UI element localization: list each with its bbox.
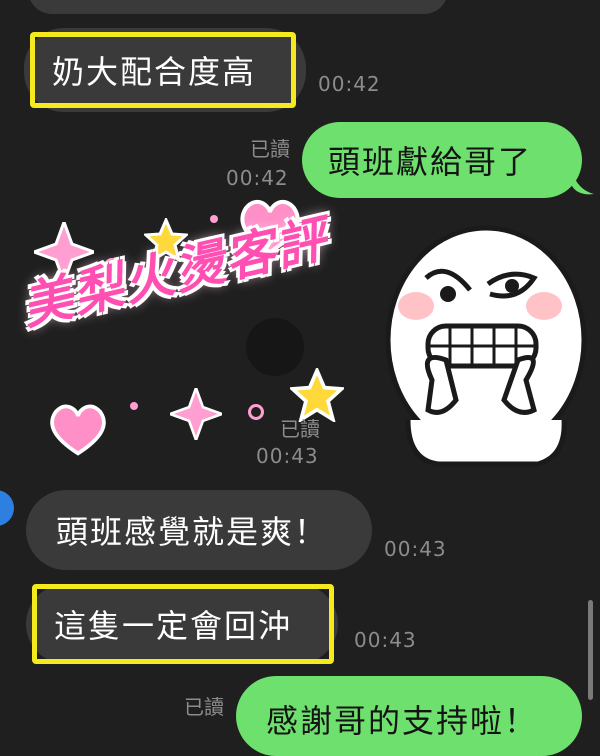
message-time: 00:42 xyxy=(226,166,289,190)
read-label: 已讀 xyxy=(250,137,290,161)
star-icon xyxy=(290,368,344,422)
message-text: 這隻一定會回沖 xyxy=(54,607,293,645)
read-receipt: 已讀 xyxy=(160,694,224,720)
message-bubble-outgoing[interactable]: 感謝哥的支持啦！ xyxy=(236,676,582,756)
message-time: 00:43 xyxy=(384,537,447,561)
sticker-shadow xyxy=(246,318,304,376)
message-bubble-outgoing[interactable]: 頭班獻給哥了 xyxy=(302,122,582,198)
sparkle-star-icon xyxy=(170,388,222,440)
message-bubble-incoming[interactable]: 奶大配合度高 xyxy=(24,28,306,112)
message-text: 感謝哥的支持啦！ xyxy=(266,702,539,740)
message-time: 00:43 xyxy=(354,628,417,652)
line-moon-sticker[interactable] xyxy=(368,220,588,470)
message-time: 00:42 xyxy=(318,72,381,96)
message-text: 奶大配合度高 xyxy=(52,53,257,91)
read-label: 已讀 xyxy=(280,417,320,441)
scrollbar[interactable] xyxy=(588,600,593,700)
read-receipt: 已讀 xyxy=(226,136,290,162)
message-bubble-incoming[interactable]: 頭班感覺就是爽！ xyxy=(26,490,372,570)
read-receipt: 已讀 xyxy=(256,416,320,442)
message-text: 頭班感覺就是爽！ xyxy=(56,513,329,551)
avatar[interactable] xyxy=(0,490,14,526)
message-time: 00:43 xyxy=(256,444,319,468)
heart-icon xyxy=(50,404,106,456)
sparkle-dot-icon xyxy=(130,402,138,410)
read-label: 已讀 xyxy=(184,695,224,719)
bubble-tail xyxy=(572,172,594,195)
message-bubble-partial[interactable] xyxy=(28,0,448,14)
message-bubble-incoming[interactable]: 這隻一定會回沖 xyxy=(26,584,338,664)
message-text: 頭班獻給哥了 xyxy=(328,143,533,181)
